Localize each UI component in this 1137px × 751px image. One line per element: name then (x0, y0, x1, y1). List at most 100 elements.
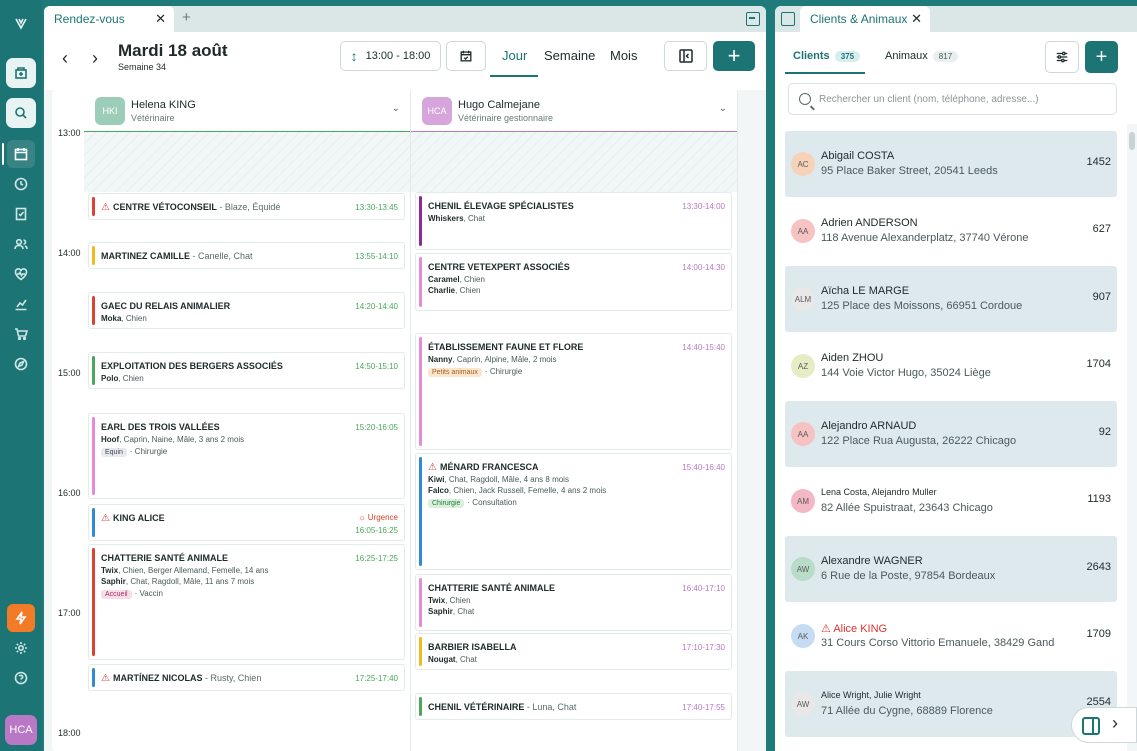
filter-button[interactable] (1045, 41, 1079, 73)
client-row[interactable]: AZ Aiden ZHOU 144 Voie Victor Hugo, 3502… (785, 333, 1117, 399)
client-row[interactable]: AK ⚠ Alice KING 31 Cours Corso Vittorio … (785, 603, 1117, 669)
appointment-card[interactable]: CENTRE VETEXPERT ASSOCIÉS 14:00-14:30 Ca… (415, 253, 732, 311)
lightning-icon[interactable] (7, 604, 35, 632)
sliders-icon (1056, 51, 1068, 63)
next-day-icon[interactable]: › (92, 48, 98, 69)
vet-header[interactable]: HKI Helena KING Vétérinaire ⌄ (84, 90, 410, 132)
date-title[interactable]: Mardi 18 août (118, 41, 228, 61)
clients-list: AC Abigail COSTA 95 Place Baker Street, … (775, 124, 1137, 751)
users-icon[interactable] (7, 230, 35, 258)
client-avatar: AK (791, 624, 815, 648)
scrollbar-thumb[interactable] (1129, 132, 1135, 150)
client-row[interactable]: AC Abigail COSTA 95 Place Baker Street, … (785, 131, 1117, 197)
appointment-card[interactable]: CHATTERIE SANTÉ ANIMALE 16:40-17:10 Twix… (415, 574, 732, 631)
view-day-tab[interactable]: Jour (502, 48, 527, 63)
search-placeholder: Rechercher un client (nom, téléphone, ad… (819, 93, 1039, 105)
segment-clients[interactable]: Clients 375 (793, 50, 861, 62)
client-row[interactable]: AM Lena Costa, Alejandro Muller 82 Allée… (785, 468, 1117, 534)
gear-icon[interactable] (7, 634, 35, 662)
vet-column-helena: HKI Helena KING Vétérinaire ⌄ ⚠ CENTRE VÉ… (84, 90, 411, 751)
client-avatar: AM (791, 489, 815, 513)
appointment-card[interactable]: ÉTABLISSEMENT FAUNE ET FLORE 14:40-15:40… (415, 333, 732, 450)
add-appointment-button[interactable]: + (713, 41, 755, 71)
chevron-right-icon: › (1112, 713, 1118, 733)
chevron-down-icon[interactable]: ⌄ (220, 46, 228, 57)
appointment-time: 14:20-14:40 (355, 302, 398, 311)
tab-label: Rendez-vous (54, 12, 125, 26)
hour-label: 13:00 (58, 128, 81, 138)
appointment-card[interactable]: ⚠ KING ALICE ☼ Urgence 16:05-16:25 (88, 504, 405, 541)
appointment-time: 14:00-14:30 (682, 263, 725, 272)
appointment-card[interactable]: ⚠ CENTRE VÉTOCONSEIL - Blaze, Équidé 13:3… (88, 193, 405, 220)
search-icon[interactable] (6, 98, 36, 128)
collapse-panel-button[interactable] (664, 41, 707, 71)
calendar-check-icon (460, 50, 472, 62)
tab-rendez-vous[interactable]: Rendez-vous ✕ (44, 6, 174, 32)
vet-role: Vétérinaire (131, 113, 175, 123)
vet-name: Hugo Calmejane (458, 99, 540, 111)
appointment-card[interactable]: GAEC DU RELAIS ANIMALIER 14:20-14:40 Mok… (88, 292, 405, 329)
clients-header: Clients 375 Animaux 817 + Rechercher un cl… (775, 32, 1137, 124)
client-name: Aiden ZHOU (821, 352, 884, 364)
appointments-panel: Rendez-vous ✕ + ‹ › Mardi 18 août ⌄ Sema… (44, 6, 766, 751)
clinic-icon[interactable] (6, 58, 36, 88)
appointment-card[interactable]: ⚠ MÉNARD FRANCESCA 15:40-16:40 Kiwi, Chat… (415, 453, 732, 570)
client-number: 2643 (1086, 561, 1111, 573)
panel-toggle-button[interactable]: › (1071, 707, 1137, 743)
appointment-card[interactable]: MARTINEZ CAMILLE - Canelle, Chat 13:55-1… (88, 242, 405, 269)
appointment-card[interactable]: ⚠ MARTÍNEZ NICOLAS - Rusty, Chien 17:25-1… (88, 664, 405, 691)
calendar-icon[interactable] (7, 140, 35, 168)
time-range-button[interactable]: ↕ 13:00 - 18:00 (340, 41, 441, 71)
client-row[interactable]: ALM Aïcha LE MARGE 125 Place des Moisson… (785, 266, 1117, 332)
new-tab-icon[interactable]: + (182, 9, 191, 26)
appointment-card[interactable]: EARL DES TROIS VALLÉES 15:20-16:05 Hoof,… (88, 413, 405, 499)
clock-icon[interactable] (7, 170, 35, 198)
appointment-card[interactable]: CHENIL VÉTÉRINAIRE - Luna, Chat 17:40-17… (415, 693, 732, 720)
date-picker-button[interactable] (446, 41, 486, 71)
appointment-card[interactable]: BARBIER ISABELLA 17:10-17:30 Nougat, Cha… (415, 633, 732, 670)
detach-icon[interactable] (746, 12, 760, 26)
segment-animals[interactable]: Animaux 817 (885, 50, 959, 62)
split-view-icon (1082, 717, 1100, 735)
client-row[interactable]: AA Alejandro ARNAUD 122 Place Rua August… (785, 401, 1117, 467)
hour-label: 18:00 (58, 728, 81, 738)
appointment-time: 15:20-16:05 (355, 423, 398, 432)
chevron-down-icon[interactable]: ⌄ (392, 103, 400, 114)
appointment-card[interactable]: EXPLOITATION DES BERGERS ASSOCIÉS 14:50-… (88, 352, 405, 389)
client-address: 122 Place Rua Augusta, 26222 Chicago (821, 435, 1017, 447)
prev-day-icon[interactable]: ‹ (62, 48, 68, 69)
client-search-input[interactable]: Rechercher un client (nom, téléphone, ad… (788, 83, 1117, 115)
tab-clients-animaux[interactable]: Clients & Animaux ✕ (800, 6, 930, 32)
warning-icon: ⚠ (101, 513, 110, 524)
appointment-card[interactable]: CHATTERIE SANTÉ ANIMALE 16:25-17:25 Twix… (88, 544, 405, 660)
close-icon[interactable]: ✕ (155, 11, 166, 27)
week-label: Semaine 34 (118, 62, 167, 72)
appointment-time: 17:25-17:40 (355, 674, 398, 683)
search-icon (799, 93, 811, 105)
compass-icon[interactable] (7, 350, 35, 378)
vet-name: Helena KING (131, 99, 196, 111)
client-row[interactable]: AW Alice Wright, Julie Wright 71 Allée d… (785, 671, 1117, 737)
add-client-button[interactable]: + (1085, 41, 1118, 73)
appointment-time: 14:40-15:40 (682, 343, 725, 352)
user-avatar[interactable]: HCA (5, 715, 37, 745)
client-row[interactable]: AW Alexandre WAGNER 6 Rue de la Poste, 9… (785, 536, 1117, 602)
chevron-down-icon[interactable]: ⌄ (719, 103, 727, 114)
heart-pulse-icon[interactable] (7, 260, 35, 288)
checklist-icon[interactable] (7, 200, 35, 228)
clients-scrollbar[interactable] (1127, 124, 1137, 751)
dock-icon[interactable] (781, 12, 795, 26)
view-month-tab[interactable]: Mois (610, 48, 637, 63)
client-address: 95 Place Baker Street, 20541 Leeds (821, 165, 998, 177)
appointment-card[interactable]: CHENIL ÉLEVAGE SPÉCIALISTES 13:30-14:00 … (415, 192, 732, 250)
cart-icon[interactable] (7, 320, 35, 348)
client-number: 1709 (1086, 628, 1111, 640)
calendar-scrollbar[interactable] (738, 90, 758, 751)
view-week-tab[interactable]: Semaine (544, 48, 595, 63)
app-logo-icon[interactable] (7, 10, 35, 38)
stats-icon[interactable] (7, 290, 35, 318)
help-icon[interactable] (7, 664, 35, 692)
close-icon[interactable]: ✕ (911, 11, 922, 27)
client-row[interactable]: AA Adrien ANDERSON 118 Avenue Alexanderp… (785, 198, 1117, 264)
vet-header[interactable]: HCA Hugo Calmejane Vétérinaire gestionna… (411, 90, 737, 132)
